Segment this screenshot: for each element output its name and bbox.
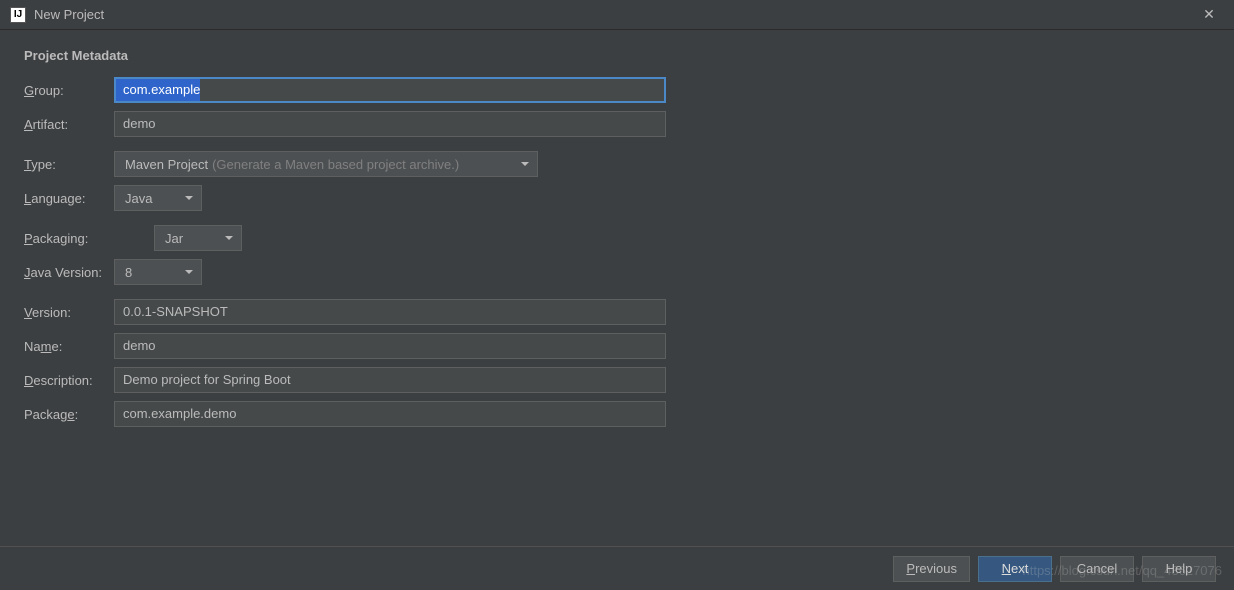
type-select-hint: (Generate a Maven based project archive.… — [212, 157, 459, 172]
chevron-down-icon — [185, 270, 193, 274]
group-label: Group: — [24, 83, 114, 98]
chevron-down-icon — [521, 162, 529, 166]
titlebar: IJ New Project ✕ — [0, 0, 1234, 30]
name-input[interactable]: demo — [114, 333, 666, 359]
next-button[interactable]: Next — [978, 556, 1052, 582]
previous-button[interactable]: Previous — [893, 556, 970, 582]
language-select[interactable]: Java — [114, 185, 202, 211]
help-button[interactable]: Help — [1142, 556, 1216, 582]
artifact-input[interactable]: demo — [114, 111, 666, 137]
window-title: New Project — [34, 7, 104, 22]
cancel-button[interactable]: Cancel — [1060, 556, 1134, 582]
package-input[interactable]: com.example.demo — [114, 401, 666, 427]
artifact-label: Artifact: — [24, 117, 114, 132]
type-select-value: Maven Project — [125, 157, 208, 172]
group-input[interactable]: com.example — [114, 77, 666, 103]
java-version-select-value: 8 — [125, 265, 132, 280]
type-label: Type: — [24, 157, 114, 172]
packaging-label: Packaging: — [24, 231, 114, 246]
version-input[interactable]: 0.0.1-SNAPSHOT — [114, 299, 666, 325]
packaging-select-value: Jar — [165, 231, 183, 246]
close-icon[interactable]: ✕ — [1194, 0, 1224, 30]
chevron-down-icon — [225, 236, 233, 240]
language-select-value: Java — [125, 191, 152, 206]
packaging-select[interactable]: Jar — [154, 225, 242, 251]
java-version-select[interactable]: 8 — [114, 259, 202, 285]
chevron-down-icon — [185, 196, 193, 200]
section-title: Project Metadata — [24, 48, 1210, 63]
app-icon: IJ — [10, 7, 26, 23]
dialog-footer: Previous Next Cancel Help — [0, 546, 1234, 590]
name-label: Name: — [24, 339, 114, 354]
description-input[interactable]: Demo project for Spring Boot — [114, 367, 666, 393]
language-label: Language: — [24, 191, 114, 206]
package-label: Package: — [24, 407, 114, 422]
description-label: Description: — [24, 373, 114, 388]
dialog-content: Project Metadata Group: com.example Arti… — [0, 30, 1234, 453]
type-select[interactable]: Maven Project (Generate a Maven based pr… — [114, 151, 538, 177]
java-version-label: Java Version: — [24, 265, 114, 280]
version-label: Version: — [24, 305, 114, 320]
